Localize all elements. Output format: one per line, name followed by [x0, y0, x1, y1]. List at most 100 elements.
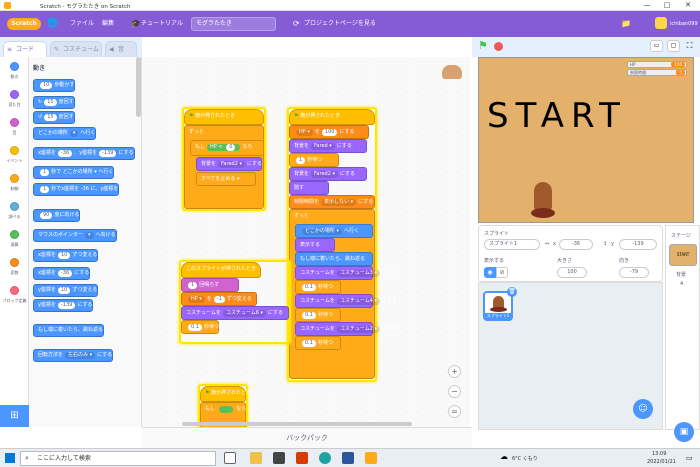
notification-icon[interactable]: ▭	[686, 454, 693, 462]
store-icon[interactable]	[273, 452, 285, 464]
code-workspace[interactable]: ⚑ 旗が押されたとき ずっと もし HP < 0 なら 背景を Fared2 ▾ にする…	[142, 57, 470, 427]
fullscreen-button[interactable]: ⛶	[683, 40, 696, 52]
add-extension-button[interactable]: ⊞	[0, 405, 29, 427]
block-pill[interactable]: 10	[57, 287, 71, 294]
change-hp-block[interactable]: HP ▾ を -1 ずつ変える	[181, 292, 257, 306]
project-page-link[interactable]: プロジェクトページを見る	[304, 11, 376, 37]
wait-block[interactable]: 1 秒待つ	[289, 153, 339, 167]
tutorial-icon[interactable]: 🎓	[131, 11, 141, 37]
stage-thumbnail[interactable]: START	[669, 244, 697, 266]
office-icon[interactable]	[296, 452, 308, 464]
tab-costumes[interactable]: ✎ コスチューム	[50, 41, 102, 57]
block-pill[interactable]: 1	[40, 186, 50, 193]
palette-block[interactable]: ↻ 15 度回す	[33, 96, 75, 109]
category-6[interactable]: 演算	[0, 227, 29, 255]
size-input[interactable]: 100	[557, 267, 587, 278]
zoom-out-button[interactable]: −	[448, 385, 461, 398]
hide-block[interactable]: 隠す	[289, 181, 329, 195]
category-4[interactable]: 制御	[0, 171, 29, 199]
username[interactable]: ichiban099	[670, 11, 698, 37]
switch-costume-block[interactable]: コスチュームを コスチューム4 ▾ にする	[295, 294, 397, 308]
add-sprite-button[interactable]: ☺	[633, 399, 653, 419]
block-pill[interactable]: 15	[44, 99, 57, 106]
scratch-logo[interactable]: Scratch	[7, 18, 41, 30]
edge-icon[interactable]	[319, 452, 331, 464]
palette-block[interactable]: 1 秒で どこかの場所 ▾ へ行く	[33, 166, 115, 179]
avatar[interactable]	[655, 17, 667, 29]
windows-start-icon[interactable]	[5, 453, 15, 463]
palette-block[interactable]: y座標を -139 にする	[33, 299, 94, 312]
script-flag-main-loop[interactable]: ⚑ 旗が押されたとき HP ▾ を 100 にする 背景を Fared ▾ にする 1 秒待…	[287, 107, 397, 382]
category-3[interactable]: イベント	[0, 143, 29, 171]
project-page-icon[interactable]: ⟳	[293, 11, 300, 37]
category-8[interactable]: ブロック定義	[0, 283, 29, 311]
sprite-name-input[interactable]: スプライト1	[484, 239, 540, 250]
goto-random-block[interactable]: どこかの場所 ▾ へ行く	[295, 224, 373, 238]
file-explorer-icon[interactable]	[250, 452, 262, 464]
script-flag-partial[interactable]: ⚑ 旗が押されたとき もし なら	[198, 384, 251, 427]
block-pill[interactable]: -139	[57, 302, 76, 309]
bounce-block[interactable]: もし端に着いたら、跳ね返る	[295, 252, 373, 266]
play-sound-block[interactable]: 1 回鳴らす	[181, 278, 239, 292]
small-stage-button[interactable]: ▭	[650, 40, 663, 52]
show-block[interactable]: 表示する	[295, 238, 335, 252]
switch-backdrop-block[interactable]: 背景を Fared2 ▾ にする	[289, 167, 367, 181]
mole-sprite[interactable]	[531, 182, 555, 220]
sprite-thumbnail[interactable]: 🗑 スプライト1	[483, 287, 517, 321]
set-hp-block[interactable]: HP ▾ を 100 にする	[289, 125, 369, 139]
block-drop[interactable]: ▾	[85, 232, 94, 239]
palette-scrollbar[interactable]	[136, 57, 141, 117]
word-icon[interactable]	[342, 452, 354, 464]
task-view-icon[interactable]	[224, 452, 236, 464]
show-variable-block[interactable]: 制限時間を 表示しない ▾ にする	[289, 195, 375, 209]
when-flag-clicked-block[interactable]: ⚑ 旗が押されたとき	[184, 109, 264, 125]
y-input[interactable]: -139	[619, 239, 657, 250]
palette-block[interactable]: 90 度に向ける	[33, 209, 81, 222]
stop-button[interactable]	[494, 42, 503, 51]
block-drop[interactable]: ▾	[69, 130, 79, 137]
when-flag-clicked-block[interactable]: ⚑ 旗が押されたとき	[289, 109, 375, 125]
block-pill[interactable]: 10	[40, 82, 53, 89]
menu-file[interactable]: ファイル	[70, 11, 94, 37]
palette-block[interactable]: 1 秒でx座標を -36 に、y座標を	[33, 183, 120, 196]
folder-icon[interactable]: 📁	[621, 11, 631, 37]
switch-costume-block[interactable]: コスチュームを コスチューム6 ▾ にする	[181, 306, 289, 320]
switch-costume-block[interactable]: コスチュームを コスチューム3 ▾ にする	[295, 266, 397, 280]
category-1[interactable]: 見た目	[0, 87, 29, 115]
tab-sounds[interactable]: ◀ 音	[105, 41, 137, 57]
palette-block[interactable]: ↺ 15 度回す	[33, 111, 75, 124]
script-sprite-clicked[interactable]: このスプライトが押されたとき 1 回鳴らす HP ▾ を -1 ずつ変える コスチューム…	[179, 260, 291, 344]
block-pill[interactable]: -36	[57, 270, 73, 277]
scratch-taskbar-icon[interactable]	[365, 452, 377, 464]
switch-costume-block[interactable]: コスチュームを コスチューム2 ▾ にする	[295, 322, 397, 336]
palette-block[interactable]: x座標を 10 ずつ変える	[33, 249, 99, 262]
add-backdrop-button[interactable]: ▣	[674, 422, 694, 442]
category-5[interactable]: 調べる	[0, 199, 29, 227]
palette-block[interactable]: x座標を -36 、y座標を -139 にする	[33, 147, 135, 160]
block-drop[interactable]: 左右のみ ▾	[65, 352, 96, 359]
menu-edit[interactable]: 編集	[102, 11, 114, 37]
palette-block[interactable]: マウスのポインター ▾ へ向ける	[33, 229, 117, 242]
green-flag-button[interactable]: ⚑	[478, 40, 490, 52]
block-pill[interactable]: 1	[40, 169, 50, 176]
palette-block[interactable]: もし端に着いたら、跳ね返る	[33, 324, 105, 337]
stage-canvas[interactable]: HP 100 制限時間 0 START	[478, 57, 694, 223]
palette-block[interactable]: どこかの場所 ▾ へ行く	[33, 127, 97, 140]
menu-tutorial[interactable]: チュートリアル	[141, 11, 183, 37]
block-pill[interactable]: 15	[44, 114, 57, 121]
project-title-input[interactable]: モグラたたき	[191, 17, 276, 31]
zoom-reset-button[interactable]: =	[448, 405, 461, 418]
if-block[interactable]: もし HP < 0 なら	[190, 140, 264, 156]
wait-block[interactable]: 0.1 秒待つ	[295, 308, 341, 322]
delete-sprite-icon[interactable]: 🗑	[507, 287, 517, 297]
block-pill[interactable]: 10	[57, 252, 71, 259]
minimize-button[interactable]: —	[640, 1, 654, 10]
stop-all-block[interactable]: すべてを止める ▾	[196, 172, 256, 186]
taskbar-search[interactable]: ここに入力して検索	[20, 451, 216, 466]
block-pill[interactable]: 90	[40, 212, 53, 219]
category-7[interactable]: 変数	[0, 255, 29, 283]
x-input[interactable]: -36	[559, 239, 593, 250]
globe-icon[interactable]: 🌐	[47, 11, 58, 37]
palette-block[interactable]: x座標を -36 にする	[33, 267, 91, 280]
block-pill[interactable]: -36	[57, 150, 73, 157]
